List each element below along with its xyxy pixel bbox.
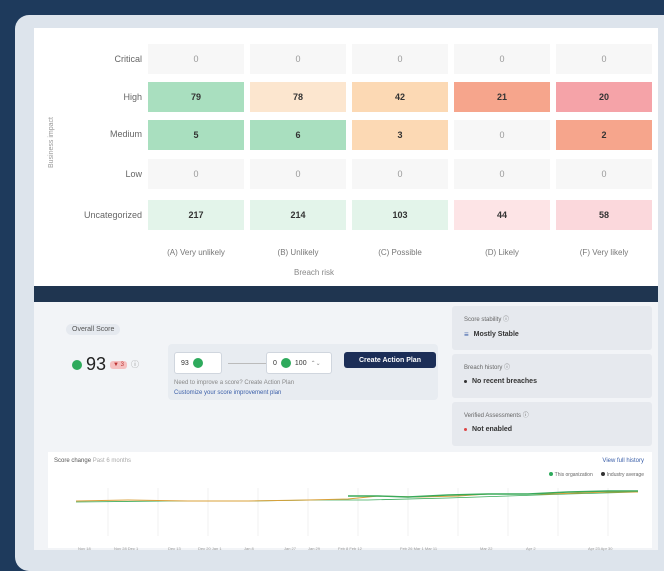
x-axis-label: Breach risk [294, 268, 335, 277]
matrix-cell[interactable]: 0 [454, 159, 550, 189]
matrix-cell[interactable]: 0 [148, 159, 244, 189]
column-label: (A) Very unlikely [167, 248, 225, 257]
row-label-uncategorized: Uncategorized [83, 210, 142, 220]
matrix-cell[interactable]: 0 [250, 44, 346, 74]
column-label: (B) Unlikely [277, 248, 319, 257]
row-label-medium: Medium [109, 129, 142, 139]
matrix-cell[interactable]: 21 [454, 82, 550, 112]
column-label: (D) Likely [485, 248, 519, 257]
score-line-plot [75, 488, 639, 536]
score-stability-card[interactable]: Score stability ⓘ ≡ Mostly Stable [452, 306, 652, 350]
stability-icon: ≡ [464, 330, 469, 339]
matrix-cell[interactable]: 0 [352, 44, 448, 74]
matrix-cell[interactable]: 58 [556, 200, 652, 230]
customize-plan-link[interactable]: Customize your score improvement plan [174, 390, 281, 396]
risk-matrix: Business impact Critical High Medium Low… [34, 28, 658, 286]
overall-score: 93 ▼ 3 ⓘ [72, 354, 139, 375]
breach-history-card[interactable]: Breach history ⓘ No recent breaches [452, 354, 652, 398]
verified-assessments-title: Verified Assessments ⓘ [464, 413, 529, 419]
matrix-cell[interactable]: 103 [352, 200, 448, 230]
target-score-value: 100 [294, 359, 307, 367]
score-panel: Overall Score 93 ▼ 3 ⓘ 93 0 100 ⌃⌄ Creat… [34, 302, 658, 551]
matrix-cell[interactable]: 5 [148, 120, 244, 150]
matrix-cell[interactable]: 6 [250, 120, 346, 150]
matrix-cell[interactable]: 44 [454, 200, 550, 230]
overall-score-tag: Overall Score [66, 324, 121, 335]
matrix-cell[interactable]: 2 [556, 120, 652, 150]
row-label-critical: Critical [114, 54, 142, 64]
target-score-stepper[interactable]: 0 100 ⌃⌄ [266, 352, 332, 374]
score-stability-value: Mostly Stable [473, 331, 519, 338]
stepper-arrows-icon[interactable]: ⌃⌄ [311, 360, 321, 367]
matrix-cell[interactable]: 217 [148, 200, 244, 230]
row-label-high: High [123, 92, 142, 102]
current-score-value: 93 [181, 359, 189, 367]
matrix-cell[interactable]: 42 [352, 82, 448, 112]
matrix-cell[interactable]: 79 [148, 82, 244, 112]
verified-assessments-card[interactable]: Verified Assessments ⓘ Not enabled [452, 402, 652, 446]
matrix-cell[interactable]: 20 [556, 82, 652, 112]
column-label: (C) Possible [378, 248, 422, 257]
matrix-cell[interactable]: 0 [454, 120, 550, 150]
target-left-value: 0 [273, 359, 277, 367]
score-card: Overall Score 93 ▼ 3 ⓘ 93 0 100 ⌃⌄ Creat… [48, 310, 438, 402]
create-action-plan-button[interactable]: Create Action Plan [344, 352, 436, 368]
section-divider [34, 286, 658, 302]
matrix-cell[interactable]: 0 [148, 44, 244, 74]
matrix-cell[interactable]: 78 [250, 82, 346, 112]
score-grade-icon [72, 359, 82, 370]
bullet-icon [464, 428, 467, 431]
info-icon[interactable]: ⓘ [131, 359, 139, 370]
score-value: 93 [86, 354, 107, 374]
verified-assessments-value: Not enabled [472, 426, 513, 433]
matrix-cell[interactable]: 3 [352, 120, 448, 150]
score-stability-title: Score stability ⓘ [464, 317, 510, 323]
breach-history-value: No recent breaches [472, 378, 537, 385]
matrix-cell[interactable]: 0 [454, 44, 550, 74]
grade-icon [192, 358, 203, 368]
matrix-cell[interactable]: 0 [556, 44, 652, 74]
bullet-icon [464, 380, 467, 383]
hint-text: Need to improve a score? Create Action P… [174, 380, 295, 386]
current-score-field[interactable]: 93 [174, 352, 222, 374]
matrix-cell[interactable]: 0 [556, 159, 652, 189]
matrix-cell[interactable]: 0 [250, 159, 346, 189]
grade-icon [280, 358, 291, 368]
score-change-chart: Score change Past 6 months View full his… [48, 452, 652, 551]
score-change-badge: ▼ 3 [110, 360, 127, 369]
risk-matrix-panel: Business impact Critical High Medium Low… [34, 28, 658, 286]
arrow-line [228, 363, 268, 364]
row-label-low: Low [125, 169, 142, 179]
matrix-cell[interactable]: 214 [250, 200, 346, 230]
column-label: (F) Very likely [579, 248, 629, 257]
y-axis-label: Business impact [48, 117, 55, 168]
matrix-cell[interactable]: 0 [352, 159, 448, 189]
breach-history-title: Breach history ⓘ [464, 365, 511, 371]
